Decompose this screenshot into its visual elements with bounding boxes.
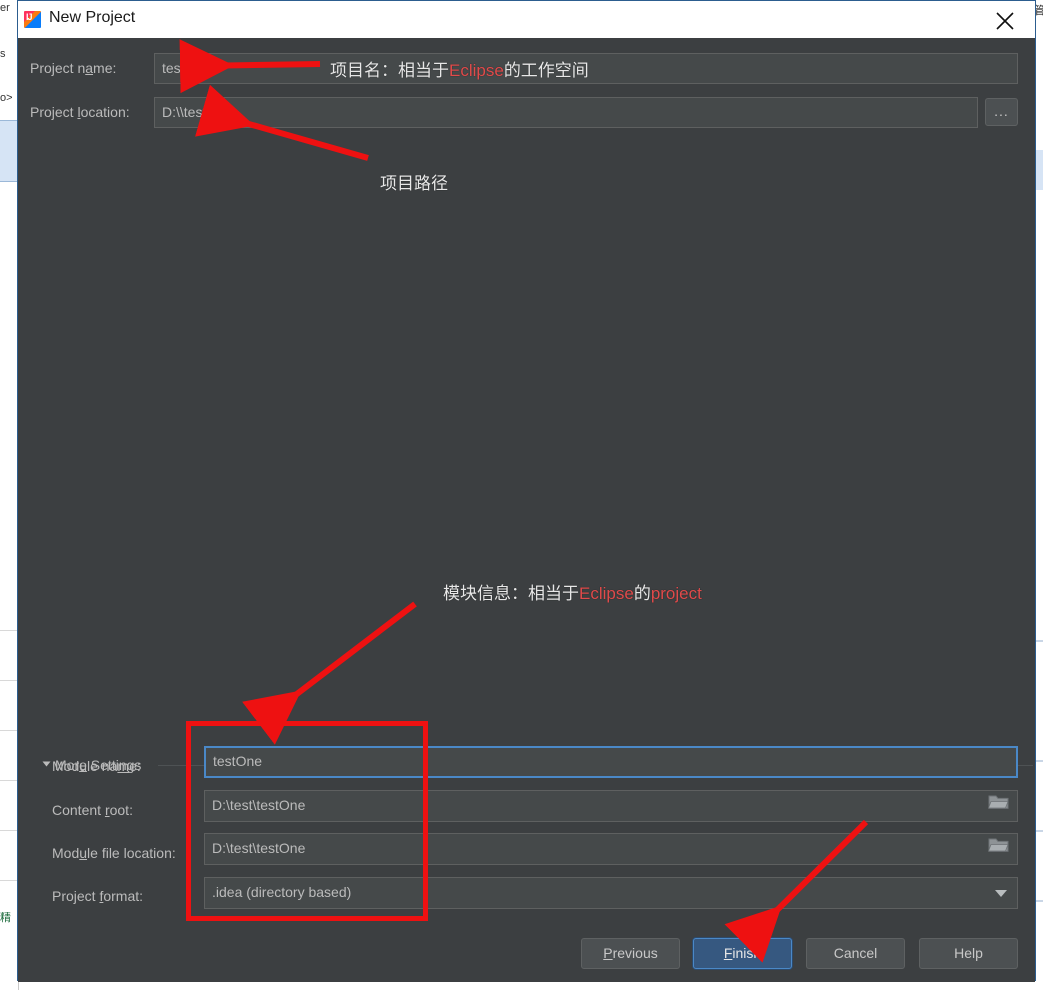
module-file-location-label: Module file location: <box>52 845 176 861</box>
finish-button[interactable]: Finish <box>693 938 792 969</box>
dialog-title: New Project <box>49 9 136 26</box>
folder-icon <box>987 795 1009 809</box>
close-icon <box>996 12 1014 30</box>
background-left-rule-3 <box>0 730 18 731</box>
content-root-label: Content root: <box>52 802 133 818</box>
chevron-down-icon <box>42 761 51 767</box>
module-settings-highlight-box <box>186 721 428 921</box>
background-left-selected-panel <box>0 120 18 182</box>
cancel-button[interactable]: Cancel <box>806 938 905 969</box>
project-name-label: Project name: <box>30 60 117 76</box>
background-left-fragment-2: s <box>0 48 6 60</box>
background-left-rule-2 <box>0 680 18 681</box>
project-format-label: Project format: <box>52 888 144 904</box>
background-left-rule-6 <box>0 880 18 881</box>
module-name-label: Module name: <box>52 758 141 774</box>
background-left-fragment-3: o> <box>0 92 13 104</box>
new-project-dialog: New Project Project name: test Project l… <box>17 0 1036 982</box>
annotation-project-name: 项目名：相当于Eclipse的工作空间 <box>330 61 589 80</box>
project-location-label: Project location: <box>30 104 130 120</box>
module-file-location-browse-button[interactable] <box>987 836 1014 862</box>
chevron-down-icon <box>995 890 1007 897</box>
screenshot-root: er s o> 精 管 New Project Project name: <box>0 0 1043 990</box>
previous-button[interactable]: Previous <box>581 938 680 969</box>
intellij-idea-icon <box>24 11 41 28</box>
annotation-module-info: 模块信息：相当于Eclipse的project <box>443 584 702 603</box>
project-location-browse-button[interactable]: ... <box>985 98 1018 126</box>
dialog-titlebar: New Project <box>18 1 1035 38</box>
folder-icon <box>987 838 1009 852</box>
project-format-dropdown-arrow[interactable] <box>993 886 1009 904</box>
background-left-rule-1 <box>0 630 18 631</box>
background-left-fragment-1: er <box>0 2 10 14</box>
annotation-project-path: 项目路径 <box>380 174 448 193</box>
dialog-body: Project name: test Project location: D:\… <box>18 38 1035 982</box>
help-button[interactable]: Help <box>919 938 1018 969</box>
background-left-fragment-4: 精 <box>0 912 11 924</box>
project-location-input[interactable]: D:\\test <box>154 97 978 128</box>
background-left-rule-4 <box>0 780 18 781</box>
background-left-rule-5 <box>0 830 18 831</box>
content-root-browse-button[interactable] <box>987 793 1014 819</box>
close-button[interactable] <box>983 1 1027 38</box>
